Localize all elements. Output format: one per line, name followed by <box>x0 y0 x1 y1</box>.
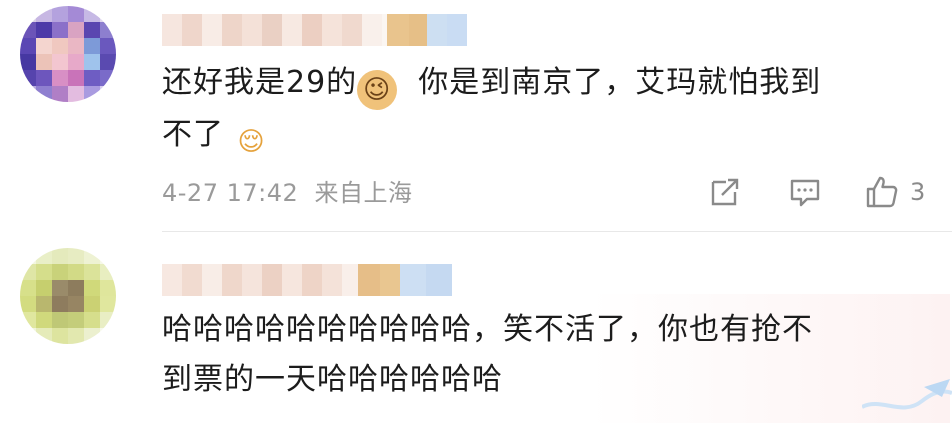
avatar[interactable] <box>20 248 116 344</box>
sleepy-emoji-icon: 😌 <box>234 122 269 162</box>
timestamp: 4-27 17:42 <box>162 179 299 207</box>
wave-decoration-icon <box>862 379 952 410</box>
username-blurred[interactable] <box>162 264 452 296</box>
comment-text-line1-a: 还好我是29的 <box>162 65 358 100</box>
location: 来自上海 <box>314 179 413 207</box>
thumbs-up-icon <box>866 176 898 208</box>
share-button[interactable] <box>708 168 742 216</box>
comment-text-line2: 不了 <box>162 117 224 152</box>
like-count: 3 <box>910 178 926 206</box>
comment-text-line1: 哈哈哈哈哈哈哈哈哈哈，笑不活了，你也有抢不 <box>162 312 813 347</box>
comment-item: 还好我是29的 😉 你是到南京了，艾玛就怕我到 不了 😌 4-27 17:42 来… <box>0 0 952 232</box>
comment-text: 还好我是29的 😉 你是到南京了，艾玛就怕我到 不了 😌 <box>162 58 821 162</box>
comment-meta: 4-27 17:42 来自上海 <box>162 173 413 208</box>
comment-item: 哈哈哈哈哈哈哈哈哈哈，笑不活了，你也有抢不 到票的一天哈哈哈哈哈哈 <box>0 232 952 423</box>
comment-text-line2: 到票的一天哈哈哈哈哈哈 <box>162 362 503 397</box>
comment-text: 哈哈哈哈哈哈哈哈哈哈，笑不活了，你也有抢不 到票的一天哈哈哈哈哈哈 <box>162 305 813 405</box>
comment-actions: 3 <box>700 168 950 216</box>
username-blurred[interactable] <box>162 14 467 46</box>
comment-text-line1-b: 你是到南京了，艾玛就怕我到 <box>418 65 822 100</box>
doge-emoji-icon: 😉 <box>357 70 398 110</box>
comment-icon <box>790 179 820 207</box>
like-button[interactable]: 3 <box>864 168 925 216</box>
avatar[interactable] <box>20 6 116 102</box>
share-icon <box>711 178 739 206</box>
comment-button[interactable] <box>788 168 822 216</box>
